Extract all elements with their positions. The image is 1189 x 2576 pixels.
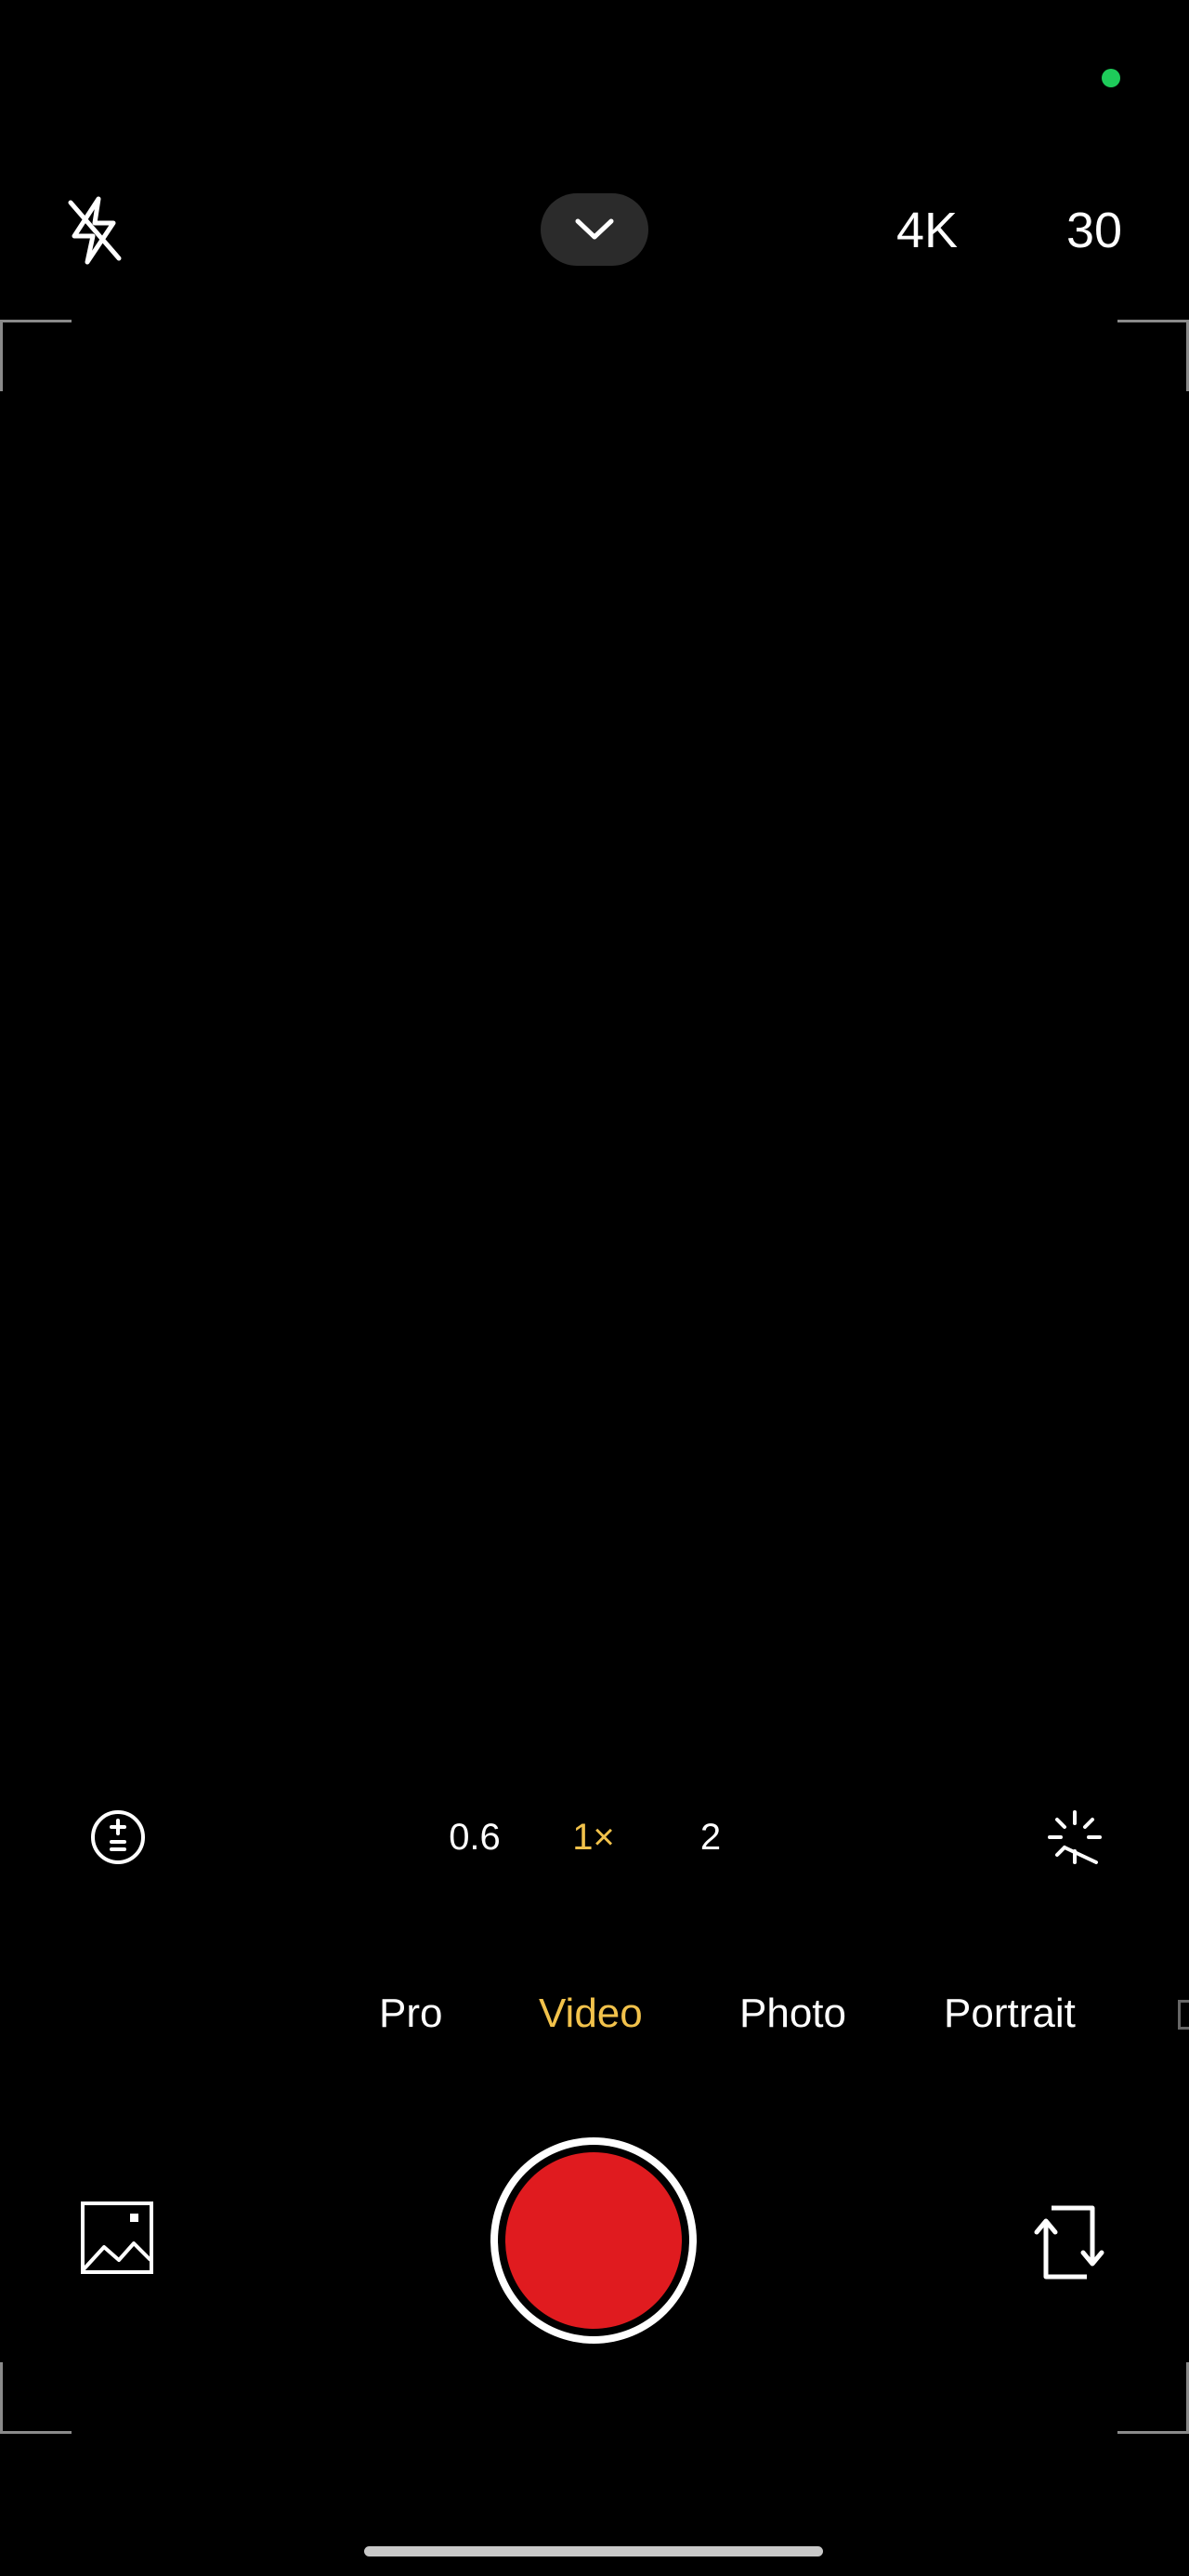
filter-button[interactable] [1044,1807,1105,1868]
frame-rate-button[interactable]: 30 [1050,193,1139,268]
frame-guide-top-left [0,320,72,391]
mode-video[interactable]: Video [539,1981,643,2046]
mode-more-peek[interactable] [1178,2000,1189,2030]
frame-guide-bottom-left [0,2362,72,2434]
mode-photo[interactable]: Photo [739,1981,846,2046]
resolution-button[interactable]: 4K [881,193,973,268]
gallery-icon [81,2201,153,2274]
chevron-down-icon [575,218,614,240]
mode-portrait[interactable]: Portrait [944,1981,1076,2046]
frame-guide-top-right [1117,320,1189,391]
zoom-1x-button[interactable]: 1× [542,1808,645,1866]
zoom-0.6-button[interactable]: 0.6 [424,1808,526,1866]
exposure-compensation-icon [91,1810,145,1864]
collapse-settings-button[interactable] [541,193,648,266]
record-button-ring [498,2145,689,2336]
switch-camera-icon [1034,2205,1104,2280]
camera-in-use-indicator [1102,69,1120,87]
switch-camera-button[interactable] [1027,2201,1111,2284]
zoom-2x-button[interactable]: 2 [660,1808,762,1866]
record-button[interactable] [490,2137,697,2344]
home-indicator[interactable] [364,2546,823,2556]
mode-pro[interactable]: Pro [379,1981,442,2046]
exposure-button[interactable] [89,1808,147,1866]
frame-guide-bottom-right [1117,2362,1189,2434]
record-button-core [505,2152,682,2329]
magic-wand-icon [1048,1810,1102,1864]
flash-off-icon [68,196,122,265]
gallery-button[interactable] [80,2201,154,2275]
flash-toggle-button[interactable] [61,193,128,268]
